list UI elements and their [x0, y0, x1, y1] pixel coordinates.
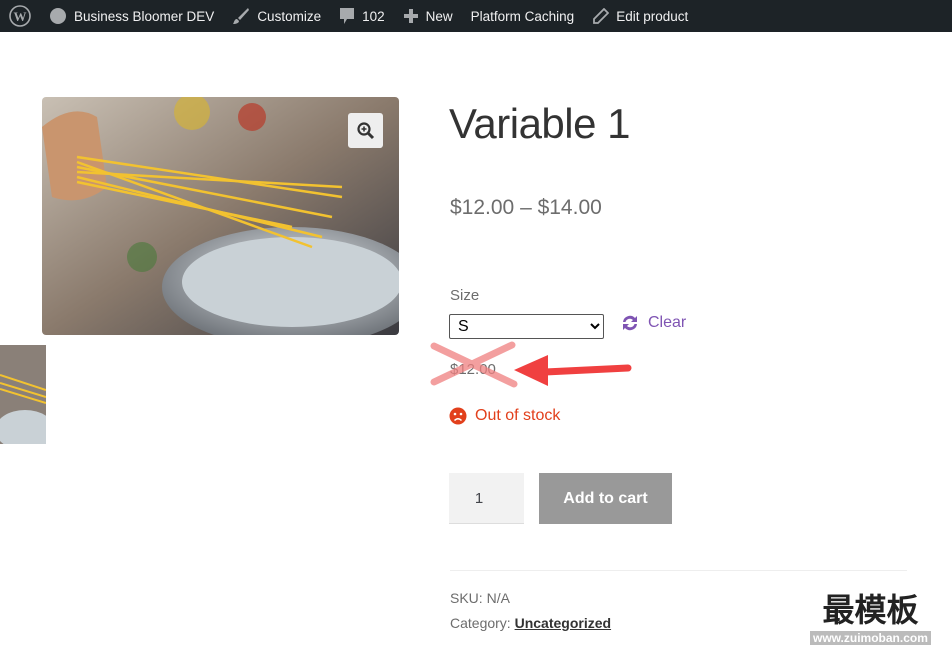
sku: SKU: N/A — [450, 590, 510, 606]
stock-label: Out of stock — [475, 407, 561, 424]
customize-link[interactable]: Customize — [223, 0, 330, 32]
stock-status: Out of stock — [449, 407, 560, 425]
comment-icon — [340, 8, 355, 24]
clear-label: Clear — [648, 314, 687, 331]
customize-label: Customize — [257, 8, 322, 24]
price-range: $12.00 – $14.00 — [450, 196, 602, 219]
watermark: 最模板 www.zuimoban.com — [810, 585, 931, 645]
site-name: Business Bloomer DEV — [74, 8, 215, 24]
brush-icon — [233, 8, 250, 24]
category: Category: Uncategorized — [450, 615, 611, 631]
site-name-menu[interactable]: Business Bloomer DEV — [40, 0, 223, 32]
clear-link[interactable]: Clear — [620, 313, 686, 333]
category-label: Category: — [450, 615, 511, 631]
comments-link[interactable]: 102 — [330, 0, 394, 32]
add-to-cart-button[interactable]: Add to cart — [539, 473, 672, 524]
dashboard-icon — [50, 8, 66, 24]
variation-price: $12.00 — [450, 361, 496, 378]
quantity-input[interactable] — [449, 473, 524, 524]
caching-label: Platform Caching — [470, 8, 575, 24]
wordpress-icon: W — [9, 5, 31, 27]
size-label: Size — [450, 287, 480, 304]
plus-icon — [403, 9, 418, 23]
new-label: New — [425, 8, 453, 24]
size-select[interactable]: S — [449, 314, 604, 339]
sku-label: SKU: — [450, 590, 483, 606]
platform-caching-menu[interactable]: Platform Caching — [462, 0, 584, 32]
new-content-menu[interactable]: New — [394, 0, 462, 32]
wordpress-menu[interactable]: W — [0, 0, 40, 32]
edit-product-link[interactable]: Edit product — [583, 0, 697, 32]
sad-face-icon — [449, 407, 467, 425]
sku-value: N/A — [486, 590, 510, 606]
magnify-icon — [356, 121, 374, 139]
refresh-icon — [623, 315, 637, 331]
zoom-button[interactable] — [348, 113, 383, 148]
product-image[interactable] — [42, 97, 399, 335]
gallery-thumbnail[interactable] — [0, 345, 46, 444]
comments-count: 102 — [362, 8, 385, 24]
category-link[interactable]: Uncategorized — [515, 615, 611, 631]
svg-text:W: W — [14, 9, 27, 24]
edit-label: Edit product — [616, 8, 689, 24]
divider — [450, 570, 907, 571]
arrow-annotation — [514, 355, 632, 386]
admin-bar: W Business Bloomer DEV Customize 102 New… — [0, 0, 952, 32]
product-title: Variable 1 — [449, 100, 631, 147]
pencil-icon — [593, 7, 610, 24]
